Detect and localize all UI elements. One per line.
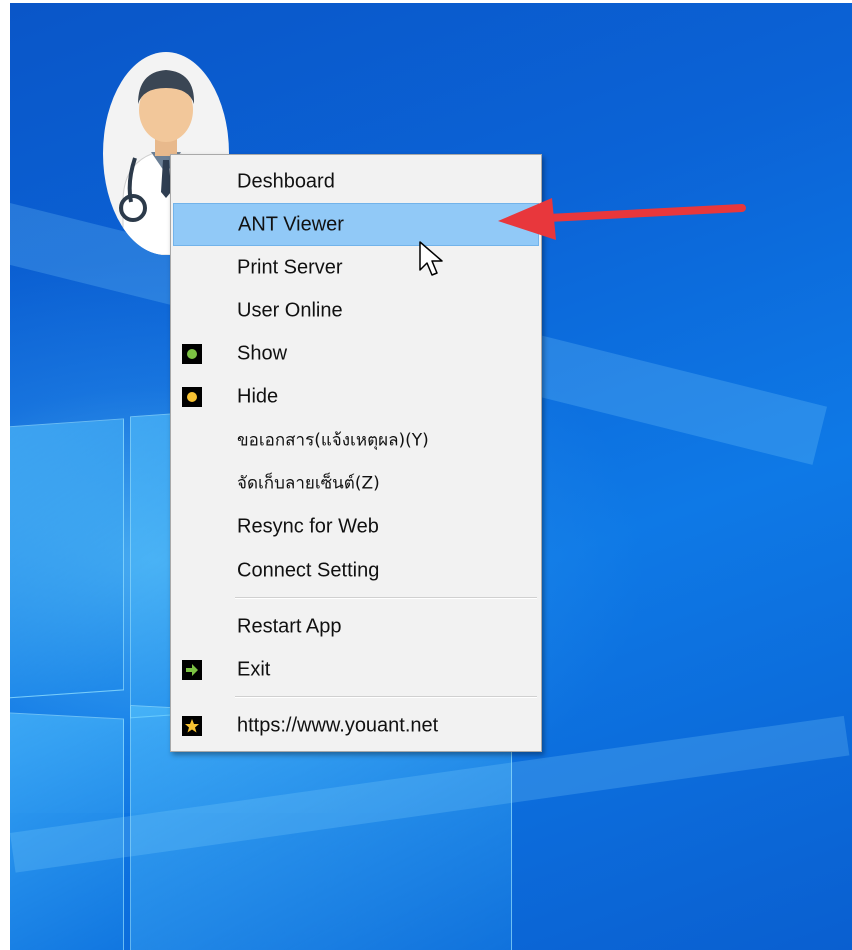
yellow-dot-icon bbox=[182, 386, 202, 407]
green-dot-icon bbox=[182, 343, 202, 364]
green-arrow-right-icon bbox=[182, 659, 202, 680]
menu-item-label: User Online bbox=[237, 299, 343, 321]
menu-separator bbox=[235, 696, 537, 698]
menu-item-deshboard[interactable]: Deshboard bbox=[173, 160, 539, 203]
menu-item-label: https://www.youant.net bbox=[237, 714, 439, 736]
menu-item-label: ขอเอกสาร(แจ้งเหตุผล)(Y) bbox=[237, 430, 429, 450]
menu-item-user-online[interactable]: User Online bbox=[173, 289, 539, 332]
menu-item-label: Hide bbox=[237, 385, 279, 407]
menu-item-exit[interactable]: Exit bbox=[173, 648, 539, 691]
menu-separator bbox=[235, 597, 537, 599]
red-annotation-arrow-icon bbox=[498, 198, 746, 240]
menu-item-label: ANT Viewer bbox=[238, 213, 344, 235]
windows-logo-pane-top-left bbox=[10, 418, 124, 700]
mouse-cursor-icon bbox=[419, 241, 443, 276]
menu-item-label: Print Server bbox=[237, 256, 343, 278]
menu-item-show[interactable]: Show bbox=[173, 332, 539, 375]
menu-item-label: Resync for Web bbox=[237, 515, 379, 537]
menu-item-label: Show bbox=[237, 342, 288, 364]
menu-item-website[interactable]: https://www.youant.net bbox=[173, 704, 539, 747]
tray-context-menu: Deshboard ANT Viewer Print Server User O… bbox=[170, 154, 542, 752]
menu-item-label: Deshboard bbox=[237, 170, 335, 192]
menu-item-restart-app[interactable]: Restart App bbox=[173, 605, 539, 648]
menu-item-connect-setting[interactable]: Connect Setting bbox=[173, 549, 539, 592]
menu-item-label: จัดเก็บลายเซ็นต์(Z) bbox=[237, 473, 380, 493]
menu-item-label: Exit bbox=[237, 658, 271, 680]
menu-item-print-server[interactable]: Print Server bbox=[173, 246, 539, 289]
menu-item-request-document[interactable]: ขอเอกสาร(แจ้งเหตุผล)(Y) bbox=[173, 418, 539, 461]
menu-item-resync-for-web[interactable]: Resync for Web bbox=[173, 505, 539, 548]
star-icon bbox=[182, 715, 202, 736]
menu-item-hide[interactable]: Hide bbox=[173, 375, 539, 418]
menu-item-label: Connect Setting bbox=[237, 559, 380, 581]
menu-item-label: Restart App bbox=[237, 615, 342, 637]
menu-item-ant-viewer[interactable]: ANT Viewer bbox=[173, 203, 539, 246]
menu-item-store-signature[interactable]: จัดเก็บลายเซ็นต์(Z) bbox=[173, 461, 539, 504]
